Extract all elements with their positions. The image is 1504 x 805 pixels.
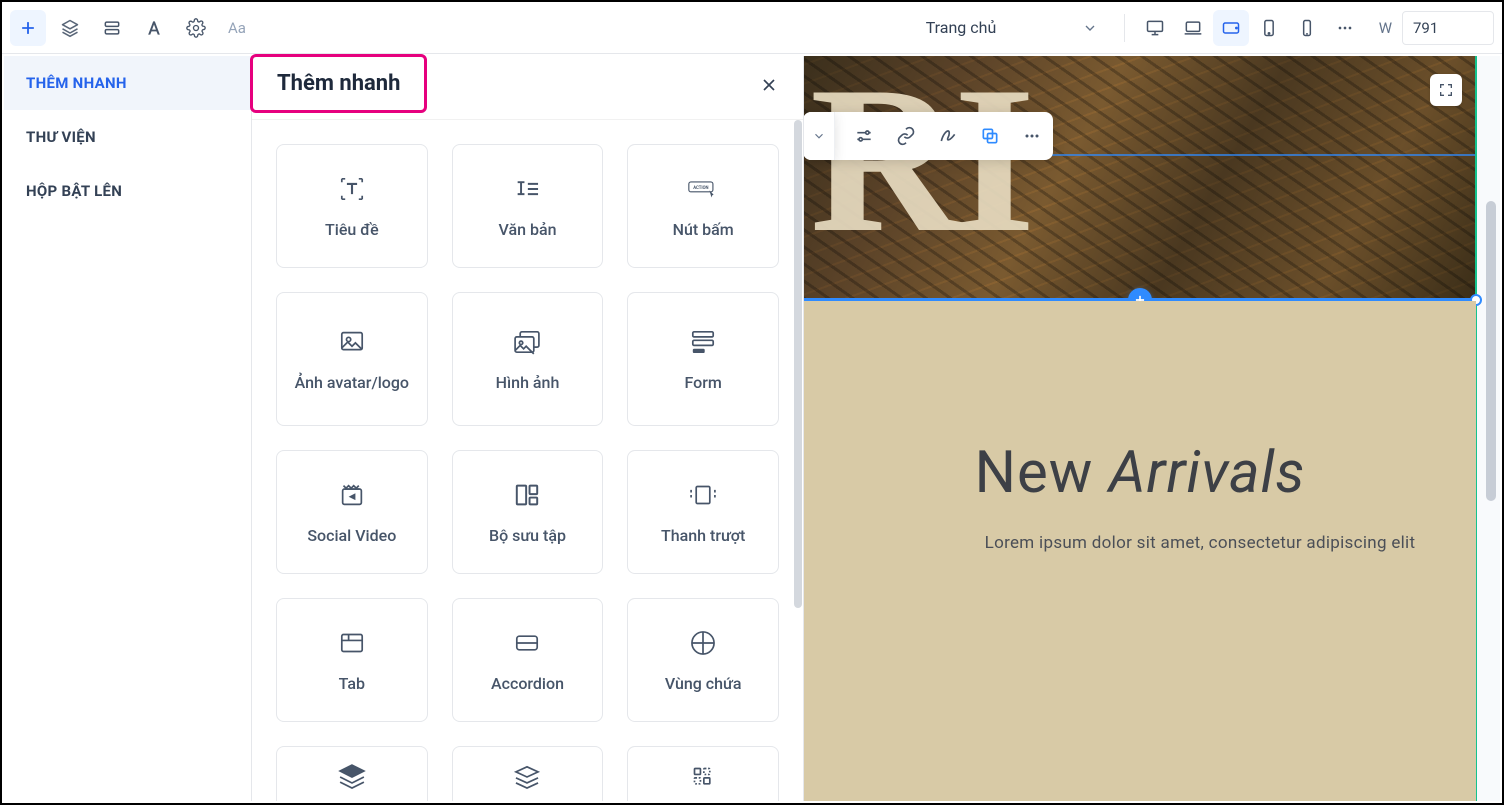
- main-area: THÊM NHANH THƯ VIỆN HỘP BẬT LÊN Thêm nha…: [4, 56, 1500, 801]
- element-floating-toolbar: [804, 112, 1053, 160]
- settings-button[interactable]: [178, 10, 214, 46]
- sidebar-tab-popup[interactable]: HỘP BẬT LÊN: [4, 164, 251, 218]
- element-card-layers-solid[interactable]: [276, 746, 428, 801]
- font-preview-label: Aa: [220, 19, 254, 37]
- card-label: Tiêu đề: [317, 220, 387, 241]
- add-element-panel: Thêm nhanh Tiêu đề Văn bản ACTION Nút bấ…: [252, 56, 804, 801]
- element-card-avatar-logo[interactable]: Ảnh avatar/logo: [276, 292, 428, 426]
- settings-sliders-button[interactable]: [843, 112, 885, 160]
- panel-close-button[interactable]: [759, 75, 779, 101]
- chevron-down-icon: [1082, 20, 1098, 36]
- desktop-device-button[interactable]: [1137, 10, 1173, 46]
- device-switcher: [1137, 10, 1363, 46]
- layers-button[interactable]: [52, 10, 88, 46]
- tablet-portrait-device-button[interactable]: [1251, 10, 1287, 46]
- element-card-layers-outline[interactable]: [452, 746, 604, 801]
- element-card-heading[interactable]: Tiêu đề: [276, 144, 428, 268]
- hero-text-fragment: RI: [810, 76, 1027, 244]
- card-label: Hình ảnh: [488, 373, 568, 394]
- images-icon: [510, 325, 544, 359]
- more-options-button[interactable]: [1011, 112, 1053, 160]
- layers-outline-icon: [510, 760, 544, 794]
- typography-button[interactable]: [136, 10, 172, 46]
- card-label: Form: [677, 373, 730, 394]
- laptop-device-button[interactable]: [1175, 10, 1211, 46]
- canvas-area: RI: [804, 56, 1500, 801]
- element-card-text[interactable]: Văn bản: [452, 144, 604, 268]
- video-icon: [335, 478, 369, 512]
- card-label: Accordion: [483, 674, 572, 695]
- panel-scrollbar-thumb[interactable]: [794, 120, 802, 608]
- fullscreen-button[interactable]: [1430, 74, 1462, 106]
- card-label: Tab: [331, 674, 373, 695]
- element-card-tab[interactable]: Tab: [276, 598, 428, 722]
- element-card-container[interactable]: Vùng chứa: [627, 598, 779, 722]
- text-icon: [510, 172, 544, 206]
- element-card-form[interactable]: Form: [627, 292, 779, 426]
- animation-button[interactable]: [927, 112, 969, 160]
- element-card-collection[interactable]: Bộ sưu tập: [452, 450, 604, 574]
- page-selector-label: Trang chủ: [926, 18, 997, 37]
- left-sidebar: THÊM NHANH THƯ VIỆN HỘP BẬT LÊN: [4, 56, 252, 801]
- sidebar-tab-quick-add[interactable]: THÊM NHANH: [4, 56, 251, 110]
- canvas-width-group: W: [1379, 11, 1494, 45]
- tablet-landscape-device-button[interactable]: [1213, 10, 1249, 46]
- card-label: Ảnh avatar/logo: [287, 373, 417, 394]
- form-icon: [686, 325, 720, 359]
- card-label: Văn bản: [490, 220, 564, 241]
- element-card-social-video[interactable]: Social Video: [276, 450, 428, 574]
- layers-solid-icon: [335, 760, 369, 794]
- floating-toolbar-dropdown[interactable]: [804, 112, 835, 160]
- card-label: Thanh trượt: [653, 526, 753, 547]
- width-label: W: [1379, 19, 1392, 37]
- element-card-slider[interactable]: Thanh trượt: [627, 450, 779, 574]
- more-devices-button[interactable]: [1327, 10, 1363, 46]
- accordion-icon: [510, 626, 544, 660]
- page-selector[interactable]: Trang chủ: [912, 10, 1112, 46]
- sidebar-tab-library[interactable]: THƯ VIỆN: [4, 110, 251, 164]
- link-button[interactable]: [885, 112, 927, 160]
- panel-title: Thêm nhanh: [250, 54, 427, 113]
- duplicate-button[interactable]: [969, 112, 1011, 160]
- card-label: Social Video: [299, 526, 404, 547]
- button-action-icon: ACTION: [686, 172, 720, 206]
- tab-icon: [335, 626, 369, 660]
- top-toolbar: Aa Trang chủ W: [2, 2, 1502, 54]
- card-label: Bộ sưu tập: [481, 526, 574, 547]
- title-part1: New: [975, 439, 1109, 507]
- mobile-device-button[interactable]: [1289, 10, 1325, 46]
- new-arrivals-section[interactable]: New Arrivals Lorem ipsum dolor sit amet,…: [804, 301, 1476, 801]
- card-label: Vùng chứa: [657, 674, 750, 695]
- image-icon: [335, 325, 369, 359]
- panel-body: Tiêu đề Văn bản ACTION Nút bấm Ảnh avata…: [252, 120, 803, 801]
- add-element-button[interactable]: [10, 10, 46, 46]
- element-card-accordion[interactable]: Accordion: [452, 598, 604, 722]
- container-icon: [686, 626, 720, 660]
- collection-icon: [510, 478, 544, 512]
- slider-icon: [686, 478, 720, 512]
- section-title: New Arrivals: [975, 439, 1306, 507]
- element-card-grid-scan[interactable]: [627, 746, 779, 801]
- title-part2: Arrivals: [1109, 439, 1306, 507]
- element-card-images[interactable]: Hình ảnh: [452, 292, 604, 426]
- heading-icon: [335, 172, 369, 206]
- grid-scan-icon: [686, 760, 720, 794]
- canvas-inner[interactable]: RI: [804, 56, 1476, 801]
- card-label: Nút bấm: [665, 220, 742, 241]
- canvas-scrollbar-thumb[interactable]: [1486, 201, 1496, 501]
- hero-section[interactable]: RI: [804, 56, 1476, 300]
- divider: [1124, 14, 1125, 42]
- canvas-width-input[interactable]: [1402, 11, 1494, 45]
- sections-button[interactable]: [94, 10, 130, 46]
- section-subtitle: Lorem ipsum dolor sit amet, consectetur …: [865, 533, 1416, 553]
- svg-text:ACTION: ACTION: [693, 186, 708, 191]
- element-card-button[interactable]: ACTION Nút bấm: [627, 144, 779, 268]
